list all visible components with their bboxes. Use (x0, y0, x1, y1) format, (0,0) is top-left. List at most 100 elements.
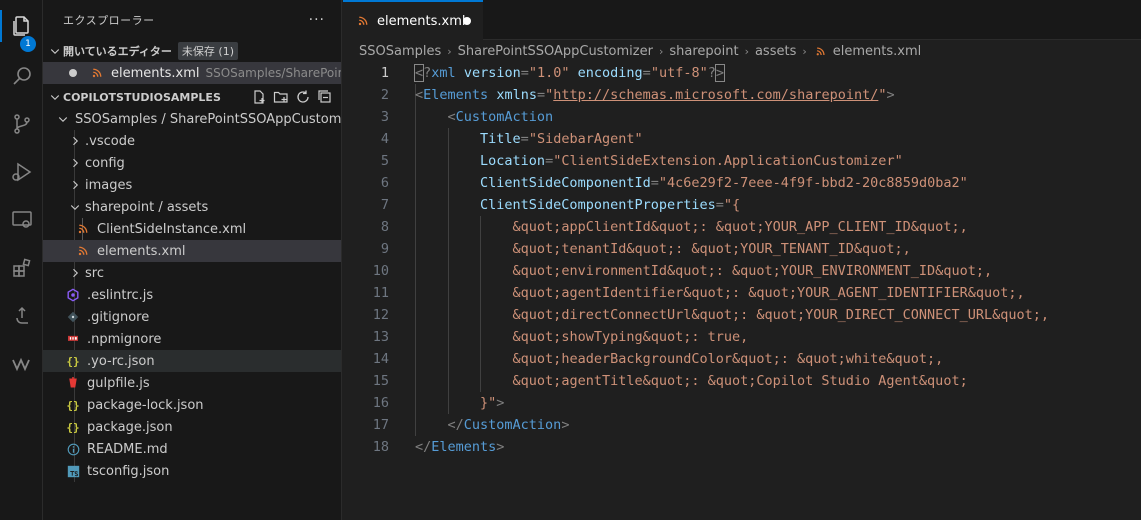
collapse-all-icon[interactable] (317, 89, 333, 105)
line-number: 9 (380, 241, 389, 257)
tree-item-label: ClientSideInstance.xml (97, 221, 247, 237)
tree-root-folder[interactable]: SSOSamples / SharePointSSOAppCustom... (43, 108, 341, 130)
chevron-right-icon: › (744, 44, 749, 58)
code-line[interactable]: 3 <CustomAction (343, 106, 1141, 128)
code-line[interactable]: 4 Title="SidebarAgent" (343, 128, 1141, 150)
breadcrumb-item[interactable]: SharePointSSOAppCustomizer (458, 44, 653, 59)
code-line[interactable]: 18 </Elements> (343, 436, 1141, 458)
unsaved-dot-icon[interactable] (69, 69, 77, 77)
tree-item-file-active[interactable]: elements.xml (43, 240, 341, 262)
code-line[interactable]: 17 </CustomAction> (343, 414, 1141, 436)
breadcrumb-item[interactable]: assets (755, 44, 796, 59)
tree-item-folder[interactable]: src (43, 262, 341, 284)
info-icon (65, 441, 81, 457)
typescript-icon (65, 463, 81, 479)
chevron-down-icon (67, 199, 83, 215)
code-line[interactable]: 5 Location="ClientSideExtension.Applicat… (343, 150, 1141, 172)
line-number: 13 (372, 329, 389, 345)
rss-icon (75, 221, 91, 237)
tree-item-folder[interactable]: config (43, 152, 341, 174)
new-folder-icon[interactable] (273, 89, 289, 105)
code-line[interactable]: 15 &quot;agentTitle&quot;: &quot;Copilot… (343, 370, 1141, 392)
tree-item-label: config (85, 155, 125, 171)
tree-item-file[interactable]: README.md (43, 438, 341, 460)
power-platform-icon[interactable] (0, 344, 43, 384)
json-icon: {} (66, 354, 80, 368)
extensions-icon[interactable] (0, 248, 43, 288)
workspace-label: COPILOTSTUDIOSAMPLES (63, 90, 221, 104)
code-line[interactable]: 7 ClientSideComponentProperties="{ (343, 194, 1141, 216)
code-text: &quot;agentTitle&quot;: &quot;Copilot St… (512, 373, 968, 389)
tree-item-file[interactable]: {} package.json (43, 416, 341, 438)
tree-item-folder-open[interactable]: sharepoint / assets (43, 196, 341, 218)
json-icon: {} (66, 398, 80, 412)
unsaved-dot-icon[interactable] (463, 17, 471, 25)
line-number: 2 (380, 87, 389, 103)
code-line[interactable]: 6 ClientSideComponentId="4c6e29f2-7eee-4… (343, 172, 1141, 194)
code-text: <Elements xmlns="http://schemas.microsof… (415, 87, 895, 103)
gulp-icon (65, 375, 81, 391)
remote-explorer-icon[interactable] (0, 200, 43, 240)
tree-item-label: .vscode (85, 133, 135, 149)
eslint-icon (65, 287, 81, 303)
code-line[interactable]: 10 &quot;environmentId&quot;: &quot;YOUR… (343, 260, 1141, 282)
line-number: 12 (372, 307, 389, 323)
tree-item-file[interactable]: tsconfig.json (43, 460, 341, 482)
tree-item-file[interactable]: gulpfile.js (43, 372, 341, 394)
line-number: 14 (372, 351, 389, 367)
code-text: Title="SidebarAgent" (480, 131, 643, 147)
chevron-right-icon: › (658, 44, 664, 58)
code-line[interactable]: 14 &quot;headerBackgroundColor&quot;: &q… (343, 348, 1141, 370)
tree-item-folder[interactable]: images (43, 174, 341, 196)
tree-item-folder[interactable]: .vscode (43, 130, 341, 152)
source-control-icon[interactable] (0, 104, 43, 144)
explorer-badge: 1 (20, 36, 36, 52)
npm-icon (65, 331, 81, 347)
tree-root-label: SSOSamples / SharePointSSOAppCustom... (75, 111, 342, 127)
explorer-panel: エクスプローラー ··· 開いているエディター 未保存 (1) elements… (43, 0, 342, 520)
code-text: Location="ClientSideExtension.Applicatio… (480, 153, 903, 169)
workspace-tools (251, 89, 333, 105)
open-editors-header[interactable]: 開いているエディター 未保存 (1) (43, 40, 341, 62)
code-line[interactable]: 2 <Elements xmlns="http://schemas.microso… (343, 84, 1141, 106)
more-actions-icon[interactable]: ··· (309, 12, 325, 28)
open-editor-item[interactable]: elements.xml SSOSamples/SharePoint... (43, 62, 341, 84)
code-editor[interactable]: 1 <?xml version="1.0" encoding="utf-8"?> 2… (343, 62, 1141, 458)
rss-icon (75, 243, 91, 259)
code-line[interactable]: 1 <?xml version="1.0" encoding="utf-8"?> (343, 62, 1141, 84)
test-icon[interactable] (0, 296, 43, 336)
code-line[interactable]: 11 &quot;agentIdentifier&quot;: &quot;YO… (343, 282, 1141, 304)
breadcrumb-item[interactable]: SSOSamples (359, 44, 441, 59)
search-icon[interactable] (0, 56, 43, 96)
activity-bar: 1 (0, 0, 43, 520)
tree-item-file[interactable]: {} .yo-rc.json (43, 350, 341, 372)
code-line[interactable]: 9 &quot;tenantId&quot;: &quot;YOUR_TENAN… (343, 238, 1141, 260)
tab-elements-xml[interactable]: elements.xml (343, 0, 483, 40)
breadcrumb-item[interactable]: sharepoint (669, 44, 738, 59)
breadcrumb-item[interactable]: elements.xml (833, 44, 921, 59)
code-line[interactable]: 16 }"> (343, 392, 1141, 414)
tree-item-file[interactable]: {} package-lock.json (43, 394, 341, 416)
tree-item-label: .npmignore (87, 331, 162, 347)
code-line[interactable]: 8 &quot;appClientId&quot;: &quot;YOUR_AP… (343, 216, 1141, 238)
workspace-header[interactable]: COPILOTSTUDIOSAMPLES (43, 86, 341, 108)
chevron-right-icon: › (802, 44, 807, 58)
code-line[interactable]: 12 &quot;directConnectUrl&quot;: &quot;Y… (343, 304, 1141, 326)
unsaved-badge: 未保存 (1) (177, 42, 238, 60)
tab-bar: elements.xml (343, 0, 1141, 40)
tree-item-file[interactable]: .gitignore (43, 306, 341, 328)
refresh-icon[interactable] (295, 89, 311, 105)
explorer-icon[interactable]: 1 (0, 6, 43, 52)
run-debug-icon[interactable] (0, 152, 43, 192)
json-icon: {} (66, 420, 80, 434)
tree-item-file[interactable]: .eslintrc.js (43, 284, 341, 306)
chevron-down-icon (47, 43, 63, 59)
rss-icon (89, 65, 105, 81)
open-editor-filename: elements.xml (111, 65, 200, 81)
tree-item-file[interactable]: ClientSideInstance.xml (43, 218, 341, 240)
new-file-icon[interactable] (251, 89, 267, 105)
chevron-down-icon (47, 89, 63, 105)
tree-item-file[interactable]: .npmignore (43, 328, 341, 350)
tree-item-label: .eslintrc.js (87, 287, 154, 303)
code-line[interactable]: 13 &quot;showTyping&quot;: true, (343, 326, 1141, 348)
